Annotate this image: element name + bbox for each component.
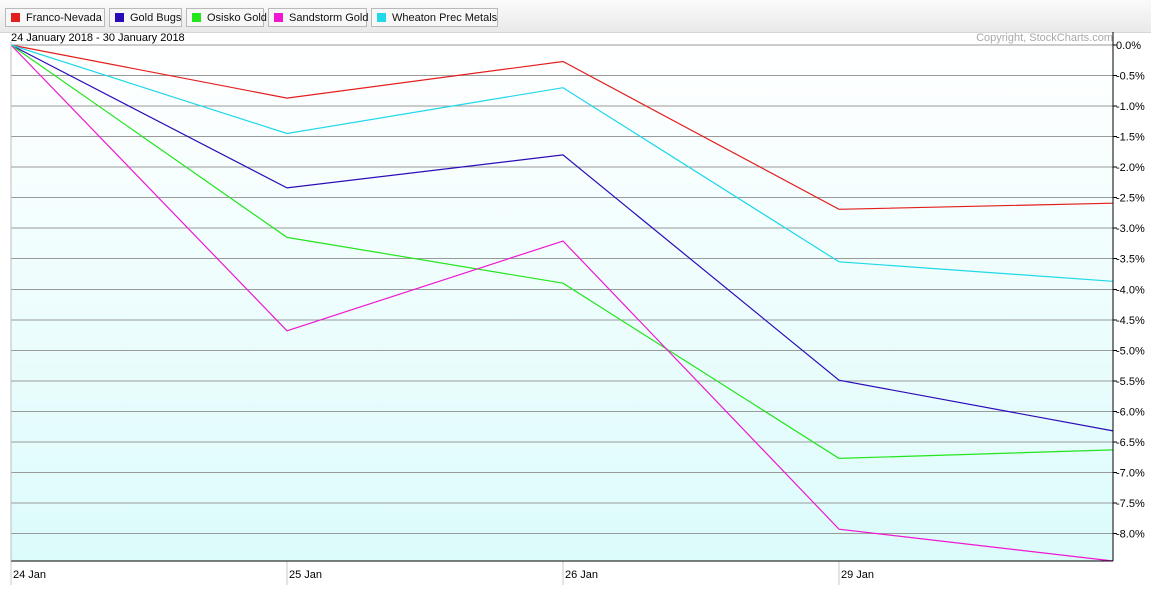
y-tick-label: -7.0% <box>1116 467 1145 479</box>
line-chart: 0.0% -0.5% -1.0% -1.5% -2.0% -2.5% -3.0% -3.5% -… <box>10 32 1145 585</box>
x-tick-label: 25 Jan <box>289 569 322 581</box>
plot-area <box>11 45 1113 561</box>
y-tick-label: -3.5% <box>1116 254 1145 266</box>
y-tick-label: -1.0% <box>1116 101 1145 113</box>
y-tick-label: -2.0% <box>1116 162 1145 174</box>
x-tick-label: 29 Jan <box>841 569 874 581</box>
y-tick-label: -7.5% <box>1116 498 1145 510</box>
y-tick-label: -4.0% <box>1116 284 1145 296</box>
y-tick-label: -4.5% <box>1116 315 1145 327</box>
x-tick-label: 24 Jan <box>13 569 46 581</box>
y-tick-label: -2.5% <box>1116 193 1145 205</box>
y-tick-label: -6.5% <box>1116 437 1145 449</box>
y-tick-label: -5.0% <box>1116 345 1145 357</box>
y-tick-label: -5.5% <box>1116 376 1145 388</box>
y-tick-label: -1.5% <box>1116 132 1145 144</box>
y-tick-label: -0.5% <box>1116 71 1145 83</box>
y-tick-label: -8.0% <box>1116 529 1145 541</box>
y-tick-label: -6.0% <box>1116 406 1145 418</box>
y-tick-label: 0.0% <box>1116 40 1141 52</box>
date-range-label: 24 January 2018 - 30 January 2018 <box>11 32 185 44</box>
y-tick-label: -3.0% <box>1116 223 1145 235</box>
copyright-label: Copyright, StockCharts.com <box>976 32 1113 44</box>
x-tick-label: 26 Jan <box>565 569 598 581</box>
